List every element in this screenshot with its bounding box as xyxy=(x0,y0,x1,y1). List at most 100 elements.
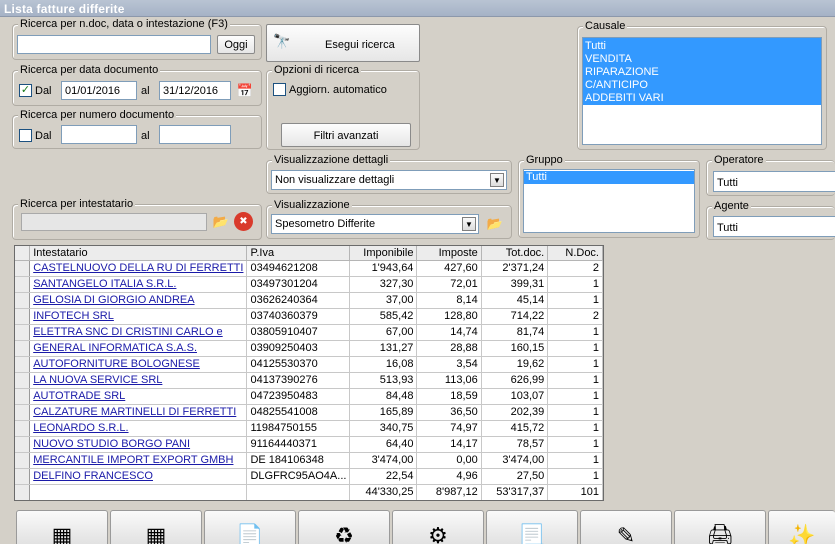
table-row[interactable]: SANTANGELO ITALIA S.R.L. 03497301204 327,3… xyxy=(15,276,603,293)
causale-item[interactable]: Tutti xyxy=(583,40,821,53)
cell-tot: 19,62 xyxy=(481,356,549,373)
cell-name[interactable]: AUTOTRADE SRL xyxy=(29,388,248,405)
cell-imposte: 113,06 xyxy=(416,372,482,389)
cell-name[interactable]: SANTANGELO ITALIA S.R.L. xyxy=(29,276,248,293)
table-row[interactable]: ELETTRA SNC DI CRISTINI CARLO e 038059104… xyxy=(15,324,603,341)
toolbar-convert-button[interactable]: ♻ xyxy=(298,510,390,544)
toolbar-document-button[interactable]: 📄 xyxy=(204,510,296,544)
agente-select[interactable]: Tutti xyxy=(713,216,835,237)
details-view-select[interactable]: Non visualizzare dettagli ▼ xyxy=(271,170,507,190)
cell-tot: 81,74 xyxy=(481,324,549,341)
chevron-down-icon[interactable]: ▼ xyxy=(462,217,476,231)
row-selector[interactable] xyxy=(15,356,31,373)
cell-name[interactable]: GELOSIA DI GIORGIO ANDREA xyxy=(29,292,248,309)
invoice-grid[interactable]: Intestatario P.Iva Imponibile Imposte To… xyxy=(14,245,604,501)
auto-update-checkbox[interactable] xyxy=(273,83,286,96)
cell-name[interactable]: ELETTRA SNC DI CRISTINI CARLO e xyxy=(29,324,248,341)
number-search-checkbox[interactable] xyxy=(19,129,32,142)
report-icon: 📃 xyxy=(518,523,546,544)
calendar-icon[interactable]: 📅 xyxy=(235,81,255,101)
toolbar-wizard-button[interactable]: ✨ xyxy=(768,510,835,544)
text-search-input[interactable] xyxy=(17,35,211,54)
gruppo-group: Gruppo Tutti xyxy=(518,154,700,238)
cell-name[interactable]: DELFINO FRANCESCO xyxy=(29,468,248,485)
table-row[interactable]: CALZATURE MARTINELLI DI FERRETTI 04825541… xyxy=(15,404,603,421)
toolbar-settings-button[interactable]: ⚙ xyxy=(392,510,484,544)
causale-item[interactable]: ADDEBITI VARI xyxy=(583,92,821,105)
date-from-input[interactable]: 01/01/2016 xyxy=(61,81,137,100)
toolbar-report-button[interactable]: 📃 xyxy=(486,510,578,544)
table-row[interactable]: NUOVO STUDIO BORGO PANI 91164440371 64,40 1… xyxy=(15,436,603,453)
date-to-input[interactable]: 31/12/2016 xyxy=(159,81,231,100)
table-row[interactable]: INFOTECH SRL 03740360379 585,42 128,80 714,2… xyxy=(15,308,603,325)
intestatario-search-input[interactable] xyxy=(21,213,207,231)
row-selector[interactable] xyxy=(15,292,31,309)
toolbar-grid-button[interactable]: ▦ xyxy=(16,510,108,544)
row-selector[interactable] xyxy=(15,388,31,405)
chevron-down-icon[interactable]: ▼ xyxy=(490,173,504,187)
convert-icon: ♻ xyxy=(334,523,354,544)
table-row[interactable]: GELOSIA DI GIORGIO ANDREA 03626240364 37,0… xyxy=(15,292,603,309)
cell-name[interactable]: CASTELNUOVO DELLA RU DI FERRETTI xyxy=(29,260,248,277)
cell-name[interactable]: CALZATURE MARTINELLI DI FERRETTI xyxy=(29,404,248,421)
gruppo-item[interactable]: Tutti xyxy=(524,171,694,184)
row-selector[interactable] xyxy=(15,260,31,277)
column-header[interactable]: N.Doc. xyxy=(547,246,603,261)
cell-name[interactable]: GENERAL INFORMATICA S.A.S. xyxy=(29,340,248,357)
table-row[interactable]: LA NUOVA SERVICE SRL 04137390276 513,93 113… xyxy=(15,372,603,389)
table-row[interactable]: MERCANTILE IMPORT EXPORT GMBH DE 18410634… xyxy=(15,452,603,469)
gruppo-listbox[interactable]: Tutti xyxy=(523,169,695,233)
cell-name[interactable]: LA NUOVA SERVICE SRL xyxy=(29,372,248,389)
grid-edit-icon: ▦ xyxy=(145,523,167,544)
today-button[interactable]: Oggi xyxy=(217,35,255,54)
causale-item[interactable]: RIPARAZIONE xyxy=(583,66,821,79)
date-search-checkbox[interactable]: ✓ xyxy=(19,84,32,97)
row-selector[interactable] xyxy=(15,436,31,453)
column-header[interactable]: Imposte xyxy=(416,246,482,261)
table-row[interactable]: DELFINO FRANCESCO DLGFRC95AO4A... 22,54 4,9… xyxy=(15,468,603,485)
table-row[interactable]: GENERAL INFORMATICA S.A.S. 03909250403 131… xyxy=(15,340,603,357)
column-header[interactable]: P.Iva xyxy=(246,246,351,261)
row-selector[interactable] xyxy=(15,404,31,421)
operatore-select[interactable]: Tutti xyxy=(713,171,835,192)
cell-imponibile: 16,08 xyxy=(349,356,418,373)
row-selector[interactable] xyxy=(15,308,31,325)
row-selector[interactable] xyxy=(15,372,31,389)
cell-name[interactable]: MERCANTILE IMPORT EXPORT GMBH xyxy=(29,452,248,469)
column-header[interactable]: Intestatario xyxy=(29,246,248,261)
causale-item[interactable]: VENDITA xyxy=(583,53,821,66)
row-selector[interactable] xyxy=(15,340,31,357)
causale-listbox[interactable]: Tutti VENDITA RIPARAZIONE C/ANTICIPO ADD… xyxy=(582,37,822,145)
row-selector[interactable] xyxy=(15,468,31,485)
table-row[interactable]: CASTELNUOVO DELLA RU DI FERRETTI 03494621… xyxy=(15,260,603,277)
advanced-filters-button[interactable]: Filtri avanzati xyxy=(281,123,411,147)
folder-icon[interactable]: 📂 xyxy=(485,214,505,234)
cell-imposte: 128,80 xyxy=(416,308,482,325)
table-row[interactable]: AUTOTRADE SRL 04723950483 84,48 18,59 103,07… xyxy=(15,388,603,405)
execute-search-button[interactable]: 🔭 Esegui ricerca xyxy=(266,24,420,62)
cell-name[interactable]: LEONARDO S.R.L. xyxy=(29,420,248,437)
cell-imposte: 8,14 xyxy=(416,292,482,309)
row-selector[interactable] xyxy=(15,420,31,437)
column-header[interactable]: Tot.doc. xyxy=(481,246,549,261)
column-header[interactable]: Imponibile xyxy=(349,246,418,261)
row-selector[interactable] xyxy=(15,452,31,469)
total-imponibile: 44'330,25 xyxy=(349,484,418,500)
clear-icon[interactable]: ✖ xyxy=(234,212,253,231)
number-to-input[interactable] xyxy=(159,125,231,144)
toolbar-print-button[interactable]: 🖨 xyxy=(674,510,766,544)
folder-icon[interactable]: 📂 xyxy=(211,212,231,232)
printer-icon: 🖨 xyxy=(706,523,734,544)
number-from-input[interactable] xyxy=(61,125,137,144)
row-selector[interactable] xyxy=(15,324,31,341)
cell-name[interactable]: NUOVO STUDIO BORGO PANI xyxy=(29,436,248,453)
causale-item[interactable]: C/ANTICIPO xyxy=(583,79,821,92)
table-row[interactable]: AUTOFORNITURE BOLOGNESE 04125530370 16,08 3… xyxy=(15,356,603,373)
toolbar-grid-edit-button[interactable]: ▦ xyxy=(110,510,202,544)
toolbar-edit-button[interactable]: ✎ xyxy=(580,510,672,544)
row-selector[interactable] xyxy=(15,276,31,293)
table-row[interactable]: LEONARDO S.R.L. 11984750155 340,75 74,97 415… xyxy=(15,420,603,437)
visualizzazione-select[interactable]: Spesometro Differite ▼ xyxy=(271,214,479,234)
cell-name[interactable]: INFOTECH SRL xyxy=(29,308,248,325)
cell-name[interactable]: AUTOFORNITURE BOLOGNESE xyxy=(29,356,248,373)
